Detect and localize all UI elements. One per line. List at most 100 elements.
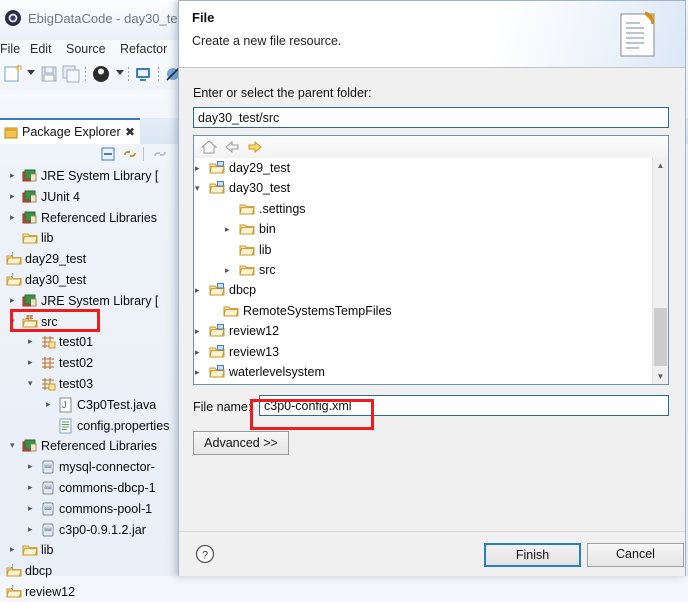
chevron-right-icon[interactable]: ▸ xyxy=(28,524,33,535)
list-item[interactable]: ▸Jday29_test xyxy=(0,249,180,269)
chevron-down-icon[interactable]: ▾ xyxy=(195,183,200,194)
menu-refactor[interactable]: Refactor xyxy=(120,42,167,56)
collapse-all-icon[interactable] xyxy=(100,146,116,162)
list-item[interactable]: ▸ lib xyxy=(0,540,180,560)
chevron-right-icon[interactable]: ▸ xyxy=(10,191,15,202)
list-item-label: test01 xyxy=(59,335,94,349)
chevron-right-icon[interactable]: ▸ xyxy=(195,285,200,296)
menu-file[interactable]: File xyxy=(0,42,20,56)
chevron-down-icon[interactable]: ▾ xyxy=(10,440,15,451)
dialog-subtitle: Create a new file resource. xyxy=(192,34,342,48)
list-item-label: commons-pool-1 xyxy=(59,502,153,516)
chevron-right-icon[interactable]: ▸ xyxy=(195,326,200,337)
list-item[interactable]: ▸ JUnit 4 xyxy=(0,187,180,207)
back-arrow-icon[interactable] xyxy=(223,139,241,155)
chevron-right-icon[interactable]: ▸ xyxy=(10,544,15,555)
cancel-button[interactable]: Cancel xyxy=(587,543,684,567)
chevron-right-icon[interactable]: ▸ xyxy=(225,224,230,235)
project-icon xyxy=(209,364,225,380)
chevron-down-icon[interactable]: ▼ xyxy=(653,369,668,384)
list-item[interactable]: ▸ 010 commons-dbcp-1 xyxy=(0,478,180,498)
list-item[interactable]: ▾ src xyxy=(0,312,180,332)
tree-item[interactable]: ▾ day30_test xyxy=(194,178,652,198)
list-item[interactable]: ▾ Referenced Libraries xyxy=(0,436,180,456)
java-project-icon: J xyxy=(6,584,22,600)
chevron-right-icon[interactable]: ▸ xyxy=(195,347,200,358)
view-menu-icon[interactable] xyxy=(152,146,168,162)
close-icon[interactable]: ✖ xyxy=(125,125,135,139)
tab-package-explorer[interactable]: Package Explorer ✖ xyxy=(0,118,140,144)
save-icon[interactable] xyxy=(40,65,58,83)
chevron-right-icon[interactable]: ▸ xyxy=(225,265,230,276)
tab-label: Package Explorer xyxy=(22,125,121,139)
link-with-editor-icon[interactable] xyxy=(122,146,138,162)
tree-item[interactable]: ▸ day29_test xyxy=(194,158,652,178)
menu-edit[interactable]: Edit xyxy=(30,42,52,56)
jar-icon: 010 xyxy=(40,501,56,517)
file-name-input[interactable] xyxy=(259,395,669,416)
tree-item[interactable]: lib xyxy=(194,240,652,260)
tree-item[interactable]: ▸ review12 xyxy=(194,321,652,341)
tree-item[interactable]: ▸ dbcp xyxy=(194,280,652,300)
list-item[interactable]: ▾Jday30_test xyxy=(0,270,180,290)
ide-title: EbigDataCode - day30_test xyxy=(28,11,188,26)
chevron-right-icon[interactable]: ▸ xyxy=(10,295,15,306)
chevron-right-icon[interactable]: ▸ xyxy=(28,503,33,514)
forward-arrow-icon[interactable] xyxy=(246,139,264,155)
chevron-right-icon[interactable]: ▸ xyxy=(46,399,51,410)
tree-item-selected[interactable]: ▸ src xyxy=(194,260,652,280)
tree-item[interactable]: RemoteSystemsTempFiles xyxy=(194,301,652,321)
chevron-up-icon[interactable]: ▲ xyxy=(653,158,668,173)
parent-folder-input[interactable] xyxy=(193,107,669,128)
list-item[interactable]: ▸Jreview12 xyxy=(0,582,180,602)
list-item[interactable]: ▸ 010 commons-pool-1 xyxy=(0,499,180,519)
debug-icon[interactable] xyxy=(92,65,110,83)
list-item[interactable]: ▸ test02 xyxy=(0,353,180,373)
list-item[interactable]: ▸ JRE System Library [ xyxy=(0,291,180,311)
chevron-down-icon[interactable]: ▾ xyxy=(28,378,33,389)
list-item[interactable]: ▸ J C3p0Test.java xyxy=(0,395,180,415)
chevron-right-icon[interactable]: ▸ xyxy=(195,163,200,174)
jre-library-icon xyxy=(22,438,38,454)
chevron-right-icon[interactable]: ▸ xyxy=(10,212,15,223)
chevron-down-icon[interactable]: ▾ xyxy=(10,316,15,327)
list-item[interactable]: ▸ 010 c3p0-0.9.1.2.jar xyxy=(0,520,180,540)
package-explorer-icon xyxy=(4,127,18,139)
list-item[interactable]: ▸Jdbcp xyxy=(0,561,180,581)
chevron-right-icon[interactable]: ▸ xyxy=(10,170,15,181)
run-icon[interactable] xyxy=(134,65,152,83)
list-item[interactable]: ▸ test01 xyxy=(0,332,180,352)
save-all-icon[interactable] xyxy=(62,65,80,83)
dropdown-arrow-icon[interactable] xyxy=(116,70,124,75)
folder-tree-scrollbar[interactable]: ▲ ▼ xyxy=(652,158,668,384)
list-item[interactable]: ▸ JRE System Library [ xyxy=(0,166,180,186)
list-item[interactable]: ▾ test03 xyxy=(0,374,180,394)
folder-tree-panel[interactable]: ▸ day29_test ▾ day30_test .settings ▸ bin lib ▸ s… xyxy=(193,135,669,385)
chevron-right-icon[interactable]: ▸ xyxy=(28,461,33,472)
scrollbar-thumb[interactable] xyxy=(654,308,667,366)
chevron-right-icon[interactable]: ▸ xyxy=(28,357,33,368)
chevron-right-icon[interactable]: ▸ xyxy=(28,336,33,347)
finish-button[interactable]: Finish xyxy=(484,543,581,567)
menu-source[interactable]: Source xyxy=(66,42,106,56)
list-item[interactable]: config.properties xyxy=(0,416,180,436)
new-wizard-icon[interactable] xyxy=(4,65,24,83)
dropdown-arrow-icon[interactable] xyxy=(27,70,35,75)
advanced-button[interactable]: Advanced >> xyxy=(193,431,289,455)
tree-item[interactable]: ▸ bin xyxy=(194,219,652,239)
tree-item[interactable]: .settings xyxy=(194,199,652,219)
tree-item[interactable]: ▸ review13 xyxy=(194,342,652,362)
tree-item[interactable]: ▸ waterlevelsystem xyxy=(194,362,652,382)
list-item[interactable]: ▸ Referenced Libraries xyxy=(0,208,180,228)
chevron-right-icon[interactable]: ▸ xyxy=(195,367,200,378)
chevron-right-icon[interactable]: ▸ xyxy=(28,482,33,493)
help-icon[interactable]: ? xyxy=(195,544,215,564)
list-item[interactable]: ▸ 010 mysql-connector- xyxy=(0,457,180,477)
tree-item-label: src xyxy=(259,263,276,277)
home-icon[interactable] xyxy=(200,139,218,155)
list-item[interactable]: lib xyxy=(0,228,180,248)
java-file-icon: J xyxy=(58,397,74,413)
list-item-label: lib xyxy=(41,231,54,245)
new-file-wizard-icon xyxy=(620,11,655,57)
folder-tree-items[interactable]: ▸ day29_test ▾ day30_test .settings ▸ bin lib ▸ s… xyxy=(194,158,652,384)
